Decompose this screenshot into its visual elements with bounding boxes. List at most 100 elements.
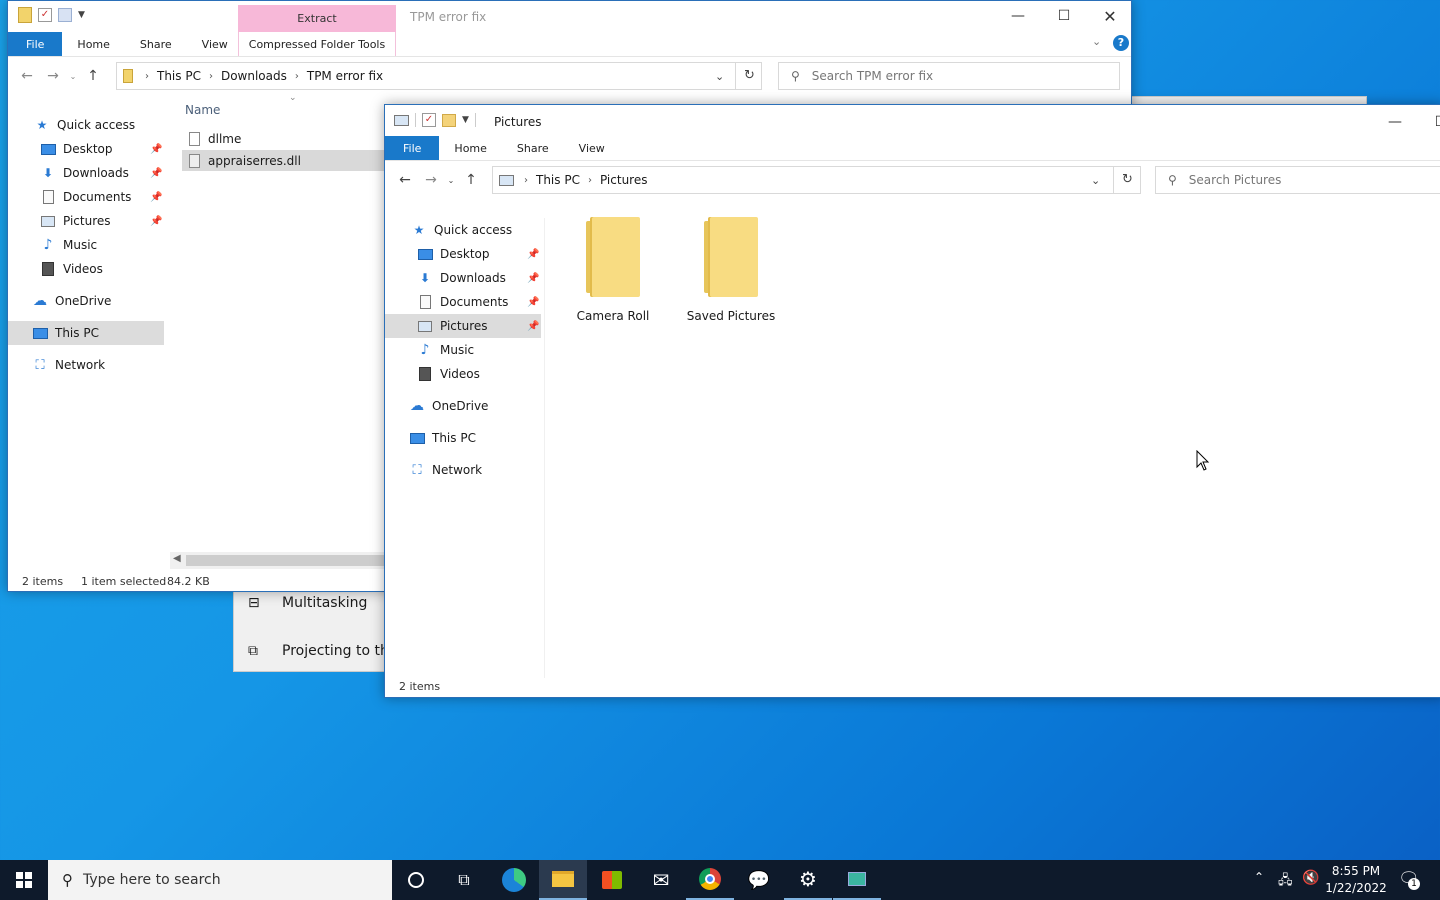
cortana-button[interactable] <box>392 860 440 900</box>
tab-view[interactable]: View <box>564 136 620 160</box>
forward-arrow-icon[interactable]: → <box>40 63 66 89</box>
pin-icon[interactable]: 📌 <box>150 192 162 203</box>
recent-locations-chevron-icon[interactable]: ⌄ <box>66 63 80 89</box>
file-row[interactable]: dllme <box>182 128 392 149</box>
pin-icon[interactable]: 📌 <box>527 249 539 260</box>
minimize-button[interactable]: — <box>1372 107 1418 137</box>
new-folder-icon[interactable] <box>58 8 72 22</box>
breadcrumb-item[interactable]: This PC <box>532 173 584 187</box>
properties-icon[interactable]: ✓ <box>422 113 436 127</box>
nav-this-pc[interactable]: This PC <box>8 321 164 345</box>
breadcrumb-item[interactable]: Pictures <box>596 173 652 187</box>
tab-share[interactable]: Share <box>125 32 187 56</box>
tab-view[interactable]: View <box>187 32 243 56</box>
chevron-down-icon[interactable]: ▼ <box>462 115 469 125</box>
forward-arrow-icon[interactable]: → <box>418 167 444 193</box>
minimize-button[interactable]: — <box>995 1 1041 31</box>
task-view-button[interactable]: ⧉ <box>440 860 488 900</box>
file-explorer-button[interactable] <box>539 860 587 900</box>
address-dropdown-icon[interactable]: ⌄ <box>1091 174 1100 187</box>
nav-desktop[interactable]: Desktop <box>40 137 113 161</box>
recent-locations-chevron-icon[interactable]: ⌄ <box>444 167 458 193</box>
nav-documents[interactable]: Documents <box>417 290 508 314</box>
up-arrow-icon[interactable]: ↑ <box>458 167 484 193</box>
breadcrumb-item[interactable]: Downloads <box>217 69 291 83</box>
nav-network[interactable]: ⛶ Network <box>409 458 482 482</box>
settings-multitasking-item[interactable]: ⊟ Multitasking <box>248 591 367 615</box>
address-bar[interactable]: › This PC › Downloads › TPM error fix ⌄ … <box>116 62 762 90</box>
feedback-hub-button[interactable]: 💬 <box>735 860 783 900</box>
pin-icon[interactable]: 📌 <box>150 216 162 227</box>
tab-home[interactable]: Home <box>439 136 501 160</box>
maximize-button[interactable]: ☐ <box>1041 1 1087 31</box>
breadcrumb-item[interactable]: This PC <box>153 69 205 83</box>
taskbar-search-input[interactable]: Type here to search <box>83 872 221 888</box>
nav-quick-access[interactable]: ★ Quick access <box>34 113 136 137</box>
nav-documents[interactable]: Documents <box>40 185 131 209</box>
nav-music[interactable]: ♪ Music <box>417 338 475 362</box>
clock[interactable]: 8:55 PM 1/22/2022 <box>1322 863 1390 897</box>
close-button[interactable]: ✕ <box>1087 1 1131 31</box>
nav-quick-access[interactable]: ★ Quick access <box>411 218 513 242</box>
search-box[interactable]: ⚲ Search TPM error fix <box>778 62 1120 90</box>
pin-icon[interactable]: 📌 <box>150 144 162 155</box>
settings-button[interactable]: ⚙ <box>784 860 832 900</box>
tab-file[interactable]: File <box>385 136 440 160</box>
search-input[interactable]: Search TPM error fix <box>812 69 933 83</box>
refresh-icon[interactable]: ↻ <box>735 63 763 89</box>
ribbon-expand-icon[interactable]: ⌄ <box>1092 35 1101 48</box>
network-status-icon[interactable]: 🖧 <box>1278 871 1293 893</box>
breadcrumb-item[interactable]: TPM error fix <box>303 69 387 83</box>
nav-videos[interactable]: Videos <box>417 362 480 386</box>
show-hidden-icons-chevron-icon[interactable]: ⌃ <box>1254 870 1264 884</box>
nav-downloads[interactable]: ⬇ Downloads <box>417 266 506 290</box>
settings-projecting-item[interactable]: ⧉ Projecting to this <box>248 639 400 663</box>
nav-pictures[interactable]: Pictures <box>385 314 541 338</box>
properties-icon[interactable]: ✓ <box>38 8 52 22</box>
action-center-button[interactable]: 🗨 1 <box>1398 869 1420 891</box>
nav-onedrive[interactable]: ☁ OneDrive <box>32 289 111 313</box>
nav-network[interactable]: ⛶ Network <box>32 353 105 377</box>
back-arrow-icon[interactable]: ← <box>392 167 418 193</box>
nav-onedrive[interactable]: ☁ OneDrive <box>409 394 488 418</box>
new-folder-icon[interactable] <box>442 113 456 127</box>
address-bar[interactable]: › This PC › Pictures ⌄ ↻ <box>492 166 1141 194</box>
app-button[interactable] <box>833 860 881 900</box>
refresh-icon[interactable]: ↻ <box>1113 167 1141 193</box>
scrollbar-thumb[interactable] <box>186 555 390 566</box>
horizontal-scrollbar[interactable]: ◀ <box>170 552 390 569</box>
pin-icon[interactable]: 📌 <box>527 297 539 308</box>
up-arrow-icon[interactable]: ↑ <box>80 63 106 89</box>
edge-button[interactable] <box>490 860 538 900</box>
address-dropdown-icon[interactable]: ⌄ <box>715 70 724 83</box>
maximize-button[interactable]: ☐ <box>1418 107 1440 137</box>
pin-icon[interactable]: 📌 <box>527 273 539 284</box>
back-arrow-icon[interactable]: ← <box>14 63 40 89</box>
chevron-down-icon[interactable]: ▼ <box>78 10 85 20</box>
store-button[interactable] <box>588 860 636 900</box>
scroll-left-icon[interactable]: ◀ <box>173 553 181 564</box>
folder-item[interactable]: Camera Roll <box>563 217 663 323</box>
start-button[interactable] <box>0 860 48 900</box>
column-header-name[interactable]: Name <box>185 103 220 117</box>
search-box[interactable]: ⚲ Search Pictures <box>1155 166 1440 194</box>
file-row-selected[interactable]: appraiserres.dll <box>182 150 392 171</box>
nav-music[interactable]: ♪ Music <box>40 233 98 257</box>
nav-downloads[interactable]: ⬇ Downloads <box>40 161 129 185</box>
nav-this-pc[interactable]: This PC <box>409 426 476 450</box>
mail-button[interactable]: ✉ <box>637 860 685 900</box>
search-input[interactable]: Search Pictures <box>1189 173 1282 187</box>
volume-muted-icon[interactable]: 🔇 <box>1302 870 1319 886</box>
nav-pictures[interactable]: Pictures <box>40 209 111 233</box>
tab-compressed-folder-tools[interactable]: Compressed Folder Tools <box>238 32 396 56</box>
tab-file[interactable]: File <box>8 32 63 56</box>
folder-item[interactable]: Saved Pictures <box>681 217 781 323</box>
tab-share[interactable]: Share <box>502 136 564 160</box>
pin-icon[interactable]: 📌 <box>527 321 539 332</box>
nav-videos[interactable]: Videos <box>40 257 103 281</box>
pin-icon[interactable]: 📌 <box>150 168 162 179</box>
help-icon[interactable]: ? <box>1113 35 1129 51</box>
nav-desktop[interactable]: Desktop <box>417 242 490 266</box>
chrome-button[interactable] <box>686 860 734 900</box>
taskbar-search-box[interactable]: ⚲ Type here to search <box>48 860 392 900</box>
